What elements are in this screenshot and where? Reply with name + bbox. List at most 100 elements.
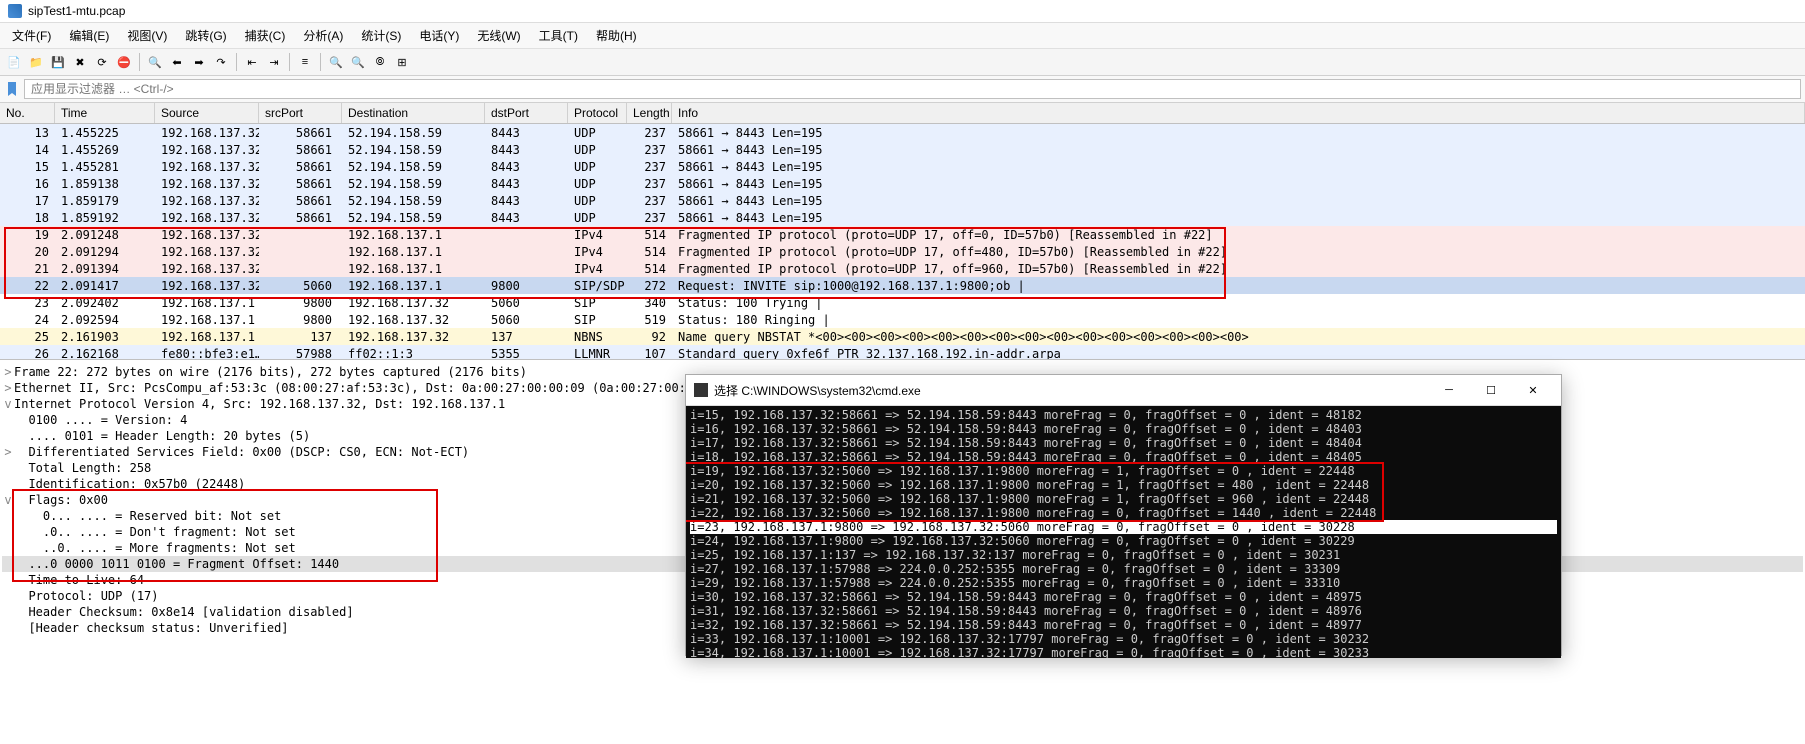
cell: 237 xyxy=(627,211,672,225)
table-row[interactable]: 262.162168fe80::bfe3:e1…57988ff02::1:353… xyxy=(0,345,1805,359)
display-filter-input[interactable] xyxy=(24,79,1801,99)
tree-label: 0100 .... = Version: 4 xyxy=(14,413,187,427)
menubar: 文件(F)编辑(E)视图(V)跳转(G)捕获(C)分析(A)统计(S)电话(Y)… xyxy=(0,23,1805,49)
find-button[interactable]: 🔍 xyxy=(145,52,165,72)
cell: 58661 → 8443 Len=195 xyxy=(672,143,1805,157)
tree-spacer xyxy=(2,621,14,635)
file-open-button[interactable]: 📄 xyxy=(4,52,24,72)
menu-item[interactable]: 文件(F) xyxy=(4,25,59,46)
menu-item[interactable]: 编辑(E) xyxy=(61,25,117,46)
cell: 272 xyxy=(627,279,672,293)
menu-item[interactable]: 帮助(H) xyxy=(588,25,645,46)
maximize-button[interactable]: ☐ xyxy=(1471,379,1511,401)
packet-list-pane[interactable]: No.TimeSourcesrcPortDestinationdstPortPr… xyxy=(0,103,1805,359)
goto-last-button[interactable]: ⇥ xyxy=(264,52,284,72)
column-header[interactable]: Length xyxy=(627,103,672,123)
cell: 237 xyxy=(627,143,672,157)
column-header[interactable]: srcPort xyxy=(259,103,342,123)
table-row[interactable]: 232.092402192.168.137.19800192.168.137.3… xyxy=(0,294,1805,311)
cell: 52.194.158.59 xyxy=(342,177,485,191)
cell: 1.455269 xyxy=(55,143,155,157)
table-row[interactable]: 151.455281192.168.137.325866152.194.158.… xyxy=(0,158,1805,175)
minimize-button[interactable]: ─ xyxy=(1429,379,1469,401)
close-button[interactable]: ✖ xyxy=(70,52,90,72)
cmd-line: i=18, 192.168.137.32:58661 => 52.194.158… xyxy=(690,450,1557,464)
table-row[interactable]: 212.091394192.168.137.32192.168.137.1IPv… xyxy=(0,260,1805,277)
cell: 137 xyxy=(485,330,568,344)
tree-label: Ethernet II, Src: PcsCompu_af:53:3c (08:… xyxy=(14,381,708,395)
resize-cols-button[interactable]: ⊞ xyxy=(392,52,412,72)
menu-item[interactable]: 工具(T) xyxy=(531,25,586,46)
cell: 192.168.137.1 xyxy=(155,313,259,327)
table-row[interactable]: 202.091294192.168.137.32192.168.137.1IPv… xyxy=(0,243,1805,260)
forward-button[interactable]: ➡ xyxy=(189,52,209,72)
reload-button[interactable]: ⟳ xyxy=(92,52,112,72)
cell: 2.092594 xyxy=(55,313,155,327)
cell: 192.168.137.32 xyxy=(342,296,485,310)
expand-icon[interactable]: v xyxy=(2,397,14,411)
table-row[interactable]: 222.091417192.168.137.325060192.168.137.… xyxy=(0,277,1805,294)
menu-item[interactable]: 捕获(C) xyxy=(237,25,294,46)
column-header[interactable]: Source xyxy=(155,103,259,123)
wireshark-window: sipTest1-mtu.pcap 文件(F)编辑(E)视图(V)跳转(G)捕获… xyxy=(0,0,1805,744)
menu-item[interactable]: 电话(Y) xyxy=(411,25,467,46)
cell: UDP xyxy=(568,194,627,208)
expand-icon[interactable]: v xyxy=(2,493,14,507)
close-button[interactable]: ✕ xyxy=(1513,379,1553,401)
cell: 192.168.137.1 xyxy=(155,296,259,310)
table-row[interactable]: 242.092594192.168.137.19800192.168.137.3… xyxy=(0,311,1805,328)
cell: 9800 xyxy=(485,279,568,293)
cmd-output[interactable]: i=15, 192.168.137.32:58661 => 52.194.158… xyxy=(686,406,1561,658)
folder-button[interactable]: 📁 xyxy=(26,52,46,72)
cell: 15 xyxy=(0,160,55,174)
cell: Name query NBSTAT *<00><00><00><00><00><… xyxy=(672,330,1805,344)
collapse-icon[interactable]: > xyxy=(2,365,14,379)
menu-item[interactable]: 无线(W) xyxy=(469,25,528,46)
column-header[interactable]: Protocol xyxy=(568,103,627,123)
column-header[interactable]: Destination xyxy=(342,103,485,123)
column-header[interactable]: dstPort xyxy=(485,103,568,123)
cell: 2.092402 xyxy=(55,296,155,310)
save-button[interactable]: 💾 xyxy=(48,52,68,72)
zoom-out-button[interactable]: 🔍 xyxy=(348,52,368,72)
table-row[interactable]: 161.859138192.168.137.325866152.194.158.… xyxy=(0,175,1805,192)
table-row[interactable]: 252.161903192.168.137.1137192.168.137.32… xyxy=(0,328,1805,345)
cell: 514 xyxy=(627,245,672,259)
tree-label: Differentiated Services Field: 0x00 (DSC… xyxy=(14,445,469,459)
table-row[interactable]: 171.859179192.168.137.325866152.194.158.… xyxy=(0,192,1805,209)
menu-item[interactable]: 分析(A) xyxy=(295,25,351,46)
cell: 192.168.137.1 xyxy=(342,262,485,276)
cell: SIP xyxy=(568,313,627,327)
cmd-window-controls: ─ ☐ ✕ xyxy=(1429,379,1553,401)
column-header[interactable]: Info xyxy=(672,103,1805,123)
auto-scroll-button[interactable]: ≡ xyxy=(295,52,315,72)
zoom-in-button[interactable]: 🔍 xyxy=(326,52,346,72)
stop-button[interactable]: ⛔ xyxy=(114,52,134,72)
menu-item[interactable]: 视图(V) xyxy=(119,25,175,46)
zoom-reset-button[interactable]: ⦾ xyxy=(370,52,390,72)
cell: 58661 → 8443 Len=195 xyxy=(672,177,1805,191)
menu-item[interactable]: 统计(S) xyxy=(353,25,409,46)
table-row[interactable]: 141.455269192.168.137.325866152.194.158.… xyxy=(0,141,1805,158)
tree-label: .... 0101 = Header Length: 20 bytes (5) xyxy=(14,429,310,443)
back-button[interactable]: ⬅ xyxy=(167,52,187,72)
cell: 192.168.137.32 xyxy=(155,126,259,140)
bookmark-icon[interactable] xyxy=(4,81,20,97)
cell: 13 xyxy=(0,126,55,140)
table-row[interactable]: 181.859192192.168.137.325866152.194.158.… xyxy=(0,209,1805,226)
table-row[interactable]: 131.455225192.168.137.325866152.194.158.… xyxy=(0,124,1805,141)
goto-first-button[interactable]: ⇤ xyxy=(242,52,262,72)
collapse-icon[interactable]: > xyxy=(2,381,14,395)
cmd-titlebar[interactable]: 选择 C:\WINDOWS\system32\cmd.exe ─ ☐ ✕ xyxy=(686,375,1561,406)
column-header[interactable]: No. xyxy=(0,103,55,123)
column-header[interactable]: Time xyxy=(55,103,155,123)
cell: 17 xyxy=(0,194,55,208)
cell: 58661 xyxy=(259,194,342,208)
cell: 192.168.137.32 xyxy=(342,330,485,344)
menu-item[interactable]: 跳转(G) xyxy=(177,25,234,46)
tree-spacer xyxy=(2,461,14,475)
table-row[interactable]: 192.091248192.168.137.32192.168.137.1IPv… xyxy=(0,226,1805,243)
jump-button[interactable]: ↷ xyxy=(211,52,231,72)
collapse-icon[interactable]: > xyxy=(2,445,14,459)
cmd-line: i=17, 192.168.137.32:58661 => 52.194.158… xyxy=(690,436,1557,450)
